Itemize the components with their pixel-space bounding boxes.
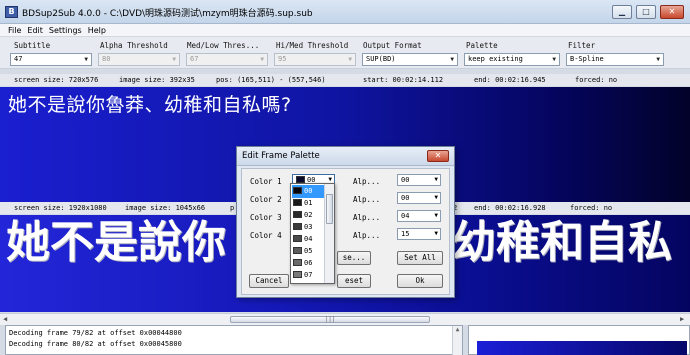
target-screen-size: screen size: 1920x1080 — [14, 204, 107, 212]
close-button[interactable]: ✕ — [660, 5, 684, 19]
alpha-2-label: Alp... — [353, 195, 381, 204]
filter-select[interactable]: B-Spline ▼ — [566, 53, 664, 66]
alpha-threshold-label: Alpha Threshold — [100, 41, 168, 50]
source-forced: forced: no — [575, 76, 618, 84]
log-line: Decoding frame 80/82 at offset 0x0004580… — [9, 340, 182, 348]
maximize-button[interactable]: □ — [636, 5, 656, 19]
source-subtitle-text: 她不是說你魯莽、幼稚和自私嗎? — [8, 94, 292, 116]
med-low-threshold-select: 67 ▼ — [186, 53, 268, 66]
dropdown-option[interactable]: 07 — [292, 269, 325, 282]
target-subtitle-text-left: 她不是說你 — [6, 217, 226, 268]
chevron-down-icon: ▼ — [348, 56, 352, 63]
decode-log: Decoding frame 79/82 at offset 0x0004480… — [5, 325, 463, 355]
color-swatch — [293, 223, 302, 230]
hi-med-threshold-label: Hi/Med Threshold — [276, 41, 349, 50]
target-forced: forced: no — [570, 204, 613, 212]
alpha-3-label: Alp... — [353, 213, 381, 222]
source-screen-size: screen size: 720x576 — [14, 76, 99, 84]
toolbar: Subtitle 47 ▼ Alpha Threshold 80 ▼ Med/Low… — [0, 37, 690, 69]
default-button[interactable]: se... — [337, 251, 371, 265]
scrollbar-thumb[interactable]: ||| — [230, 316, 430, 323]
color-swatch — [293, 211, 302, 218]
menu-help[interactable]: Help — [88, 26, 106, 35]
source-start-time: start: 00:02:14.112 — [363, 76, 444, 84]
scroll-right-icon[interactable]: ▶ — [680, 315, 684, 323]
chevron-down-icon: ▼ — [434, 176, 438, 183]
scroll-up-icon[interactable]: ▲ — [456, 326, 460, 333]
scroll-left-icon[interactable]: ◀ — [3, 315, 7, 323]
color-1-label: Color 1 — [250, 177, 282, 186]
source-info-bar: screen size: 720x576 image size: 392x35 … — [0, 74, 690, 86]
color-2-label: Color 2 — [250, 195, 282, 204]
dialog-body: Color 1 00 ▼ Alp... 00 ▼ Color 2 Alp... 00… — [241, 168, 450, 295]
chevron-down-icon: ▼ — [450, 56, 454, 63]
chevron-down-icon: ▼ — [260, 56, 264, 63]
chevron-down-icon: ▼ — [172, 56, 176, 63]
alpha-threshold-select: 80 ▼ — [98, 53, 180, 66]
ok-button[interactable]: Ok — [397, 274, 443, 288]
chevron-down-icon: ▼ — [552, 56, 556, 63]
target-end-time: end: 00:02:16.928 — [474, 204, 546, 212]
menu-file[interactable]: File — [8, 26, 21, 35]
target-position: p — [230, 204, 235, 212]
menu-bar: File Edit Settings Help — [0, 24, 690, 37]
alpha-3-select[interactable]: 04 ▼ — [397, 210, 441, 222]
color-3-label: Color 3 — [250, 213, 282, 222]
chevron-down-icon: ▼ — [434, 230, 438, 237]
chevron-down-icon: ▼ — [434, 194, 438, 201]
subtitle-label: Subtitle — [14, 41, 51, 50]
chevron-down-icon: ▼ — [84, 56, 88, 63]
set-all-button[interactable]: Set All — [397, 251, 443, 265]
palette-label: Palette — [466, 41, 498, 50]
dropdown-scrollbar-thumb[interactable] — [326, 194, 333, 224]
edit-frame-palette-dialog: Edit Frame Palette ✕ Color 1 00 ▼ Alp... … — [236, 146, 455, 298]
hi-med-threshold-select: 95 ▼ — [274, 53, 356, 66]
chevron-down-icon: ▼ — [656, 56, 660, 63]
menu-settings[interactable]: Settings — [49, 26, 82, 35]
reset-button[interactable]: eset — [337, 274, 371, 288]
menu-edit[interactable]: Edit — [27, 26, 43, 35]
log-vertical-scrollbar[interactable]: ▲ — [452, 326, 462, 355]
chevron-down-icon: ▼ — [434, 212, 438, 219]
dropdown-scrollbar[interactable] — [324, 184, 334, 283]
color-swatch — [293, 271, 302, 278]
cancel-button[interactable]: Cancel — [249, 274, 289, 288]
med-low-threshold-label: Med/Low Thres... — [187, 41, 260, 50]
color-swatch — [293, 259, 302, 266]
filter-label: Filter — [568, 41, 596, 50]
window-title: BDSup2Sub 4.0.0 - C:\DVD\明珠源码测试\mzym明珠台源… — [22, 9, 313, 19]
alpha-4-label: Alp... — [353, 231, 381, 240]
log-line: Decoding frame 79/82 at offset 0x0004480… — [9, 329, 182, 337]
source-end-time: end: 00:02:16.945 — [474, 76, 546, 84]
color-dropdown-list[interactable]: 00 01 02 03 04 05 06 07 — [290, 183, 335, 284]
output-format-select[interactable]: SUP(BD) ▼ — [362, 53, 458, 66]
alpha-1-label: Alp... — [353, 177, 381, 186]
color-swatch — [293, 235, 302, 242]
alpha-4-select[interactable]: 15 ▼ — [397, 228, 441, 240]
target-subtitle-text-right: 幼稚和自私 — [452, 217, 672, 268]
target-image-size: image size: 1045x66 — [125, 204, 206, 212]
app-icon: B — [5, 6, 18, 18]
color-swatch — [293, 187, 302, 194]
source-position: pos: (165,511) - (557,546) — [216, 76, 326, 84]
alpha-2-select[interactable]: 00 ▼ — [397, 192, 441, 204]
minimize-button[interactable]: ▁ — [612, 5, 632, 19]
subtitle-select[interactable]: 47 ▼ — [10, 53, 92, 66]
dialog-close-button[interactable]: ✕ — [427, 150, 449, 162]
dialog-title: Edit Frame Palette — [237, 147, 454, 166]
thumbnail-preview — [477, 341, 687, 355]
color-4-label: Color 4 — [250, 231, 282, 240]
alpha-1-select[interactable]: 00 ▼ — [397, 174, 441, 186]
source-image-size: image size: 392x35 — [119, 76, 195, 84]
output-format-label: Output Format — [363, 41, 422, 50]
thumbnail-pane — [468, 325, 690, 355]
preview-horizontal-scrollbar[interactable]: ◀ ||| ▶ — [0, 313, 690, 325]
palette-select[interactable]: keep existing ▼ — [464, 53, 560, 66]
color-swatch — [293, 247, 302, 254]
color-swatch — [296, 176, 305, 183]
color-swatch — [293, 199, 302, 206]
